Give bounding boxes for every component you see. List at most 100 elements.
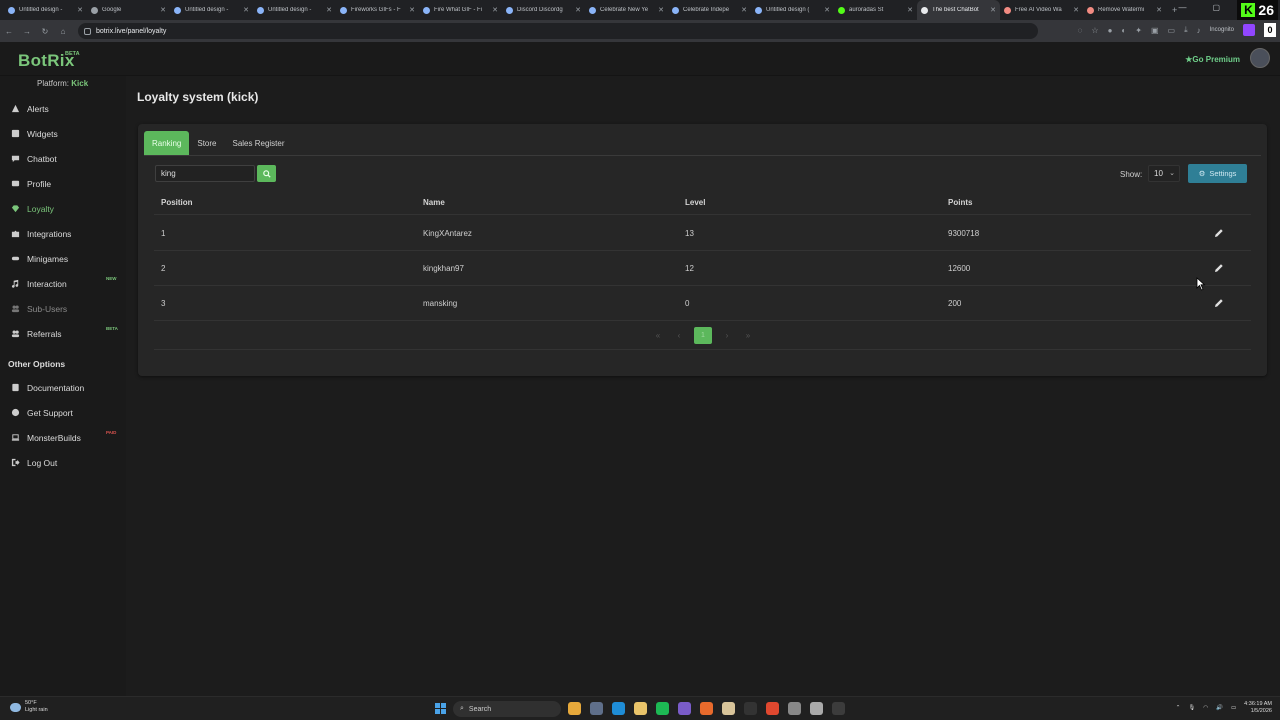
media-icon[interactable]: ♪ bbox=[1197, 26, 1201, 35]
app-icon-orange[interactable] bbox=[700, 702, 713, 715]
search-input[interactable]: king bbox=[155, 165, 255, 182]
browser-tab[interactable]: auroradas St ✕ bbox=[834, 0, 917, 20]
tab-close-icon[interactable]: ✕ bbox=[658, 6, 664, 14]
tab-close-icon[interactable]: ✕ bbox=[243, 6, 249, 14]
wifi-icon[interactable]: ◠ bbox=[1203, 705, 1208, 711]
minimize-icon[interactable]: — bbox=[1178, 3, 1186, 12]
browser-tab[interactable]: Free AI Video Wa ✕ bbox=[1000, 0, 1083, 20]
browser-tab[interactable]: The best ChatBot ✕ bbox=[917, 0, 1000, 20]
sidebar-item-alerts[interactable]: Alerts bbox=[0, 96, 126, 121]
reload-icon[interactable]: ↻ bbox=[36, 27, 54, 36]
first-page-button[interactable]: « bbox=[652, 331, 664, 340]
browser-tab[interactable]: Untitled design - ✕ bbox=[253, 0, 336, 20]
sidebar-item-referrals[interactable]: Referrals BETA bbox=[0, 321, 126, 346]
extension-icon[interactable]: ● bbox=[1108, 26, 1113, 35]
bookmark-star-icon[interactable]: ☆ bbox=[1091, 26, 1098, 35]
volume-icon[interactable]: 🔊 bbox=[1216, 705, 1223, 711]
spotify-icon[interactable] bbox=[656, 702, 669, 715]
extension-icon-2[interactable]: ◐ bbox=[1121, 26, 1126, 35]
sidebar-item-loyalty[interactable]: Loyalty bbox=[0, 196, 126, 221]
app-icon-beige[interactable] bbox=[722, 702, 735, 715]
page-size-select[interactable]: 10 ⌄ bbox=[1148, 165, 1180, 182]
url-bar[interactable]: botrix.live/panel/loyalty bbox=[78, 23, 1038, 39]
tab-close-icon[interactable]: ✕ bbox=[492, 6, 498, 14]
microphone-icon[interactable]: 🎙 bbox=[1188, 705, 1195, 711]
browser-tab[interactable]: Celebrate Indepe ✕ bbox=[668, 0, 751, 20]
browser-tab[interactable]: Fireworks GIFs - F ✕ bbox=[336, 0, 419, 20]
file-explorer-icon[interactable] bbox=[634, 702, 647, 715]
eye-off-icon[interactable]: ◌ bbox=[1078, 26, 1083, 35]
go-premium-link[interactable]: ★Go Premium bbox=[1185, 55, 1240, 64]
sidebar-item-integrations[interactable]: Integrations bbox=[0, 221, 126, 246]
tab-close-icon[interactable]: ✕ bbox=[824, 6, 830, 14]
sidebar-item-monsterbuilds[interactable]: MonsterBuilds PAID bbox=[0, 425, 126, 450]
sidebar-item-profile[interactable]: Profile bbox=[0, 171, 126, 196]
page-button-current[interactable]: 1 bbox=[694, 327, 712, 344]
extensions-puzzle-icon[interactable]: ▣ bbox=[1151, 26, 1159, 35]
tab-ranking[interactable]: Ranking bbox=[144, 131, 190, 155]
last-page-button[interactable]: » bbox=[742, 331, 754, 340]
terminal-icon[interactable] bbox=[744, 702, 757, 715]
brave-icon[interactable] bbox=[766, 702, 779, 715]
column-level[interactable]: Level bbox=[678, 198, 941, 207]
tab-close-icon[interactable]: ✕ bbox=[907, 6, 913, 14]
search-button[interactable] bbox=[257, 165, 276, 182]
maximize-icon[interactable]: ▢ bbox=[1212, 3, 1220, 12]
back-icon[interactable]: ← bbox=[0, 27, 18, 36]
settings-app-icon[interactable] bbox=[810, 702, 823, 715]
browser-tab[interactable]: Untitled design - ✕ bbox=[4, 0, 87, 20]
next-page-button[interactable]: › bbox=[721, 331, 733, 340]
clock[interactable]: 4:36:19 AM 1/5/2026 bbox=[1244, 701, 1272, 715]
browser-tab[interactable]: Discord Discordg ✕ bbox=[502, 0, 585, 20]
sidebar-item-sub-users[interactable]: Sub-Users bbox=[0, 296, 126, 321]
tab-close-icon[interactable]: ✕ bbox=[1156, 6, 1162, 14]
edit-pencil-icon[interactable] bbox=[1214, 263, 1224, 273]
incognito-label[interactable]: Incognito bbox=[1210, 27, 1234, 33]
sidebar-item-get-support[interactable]: Get Support bbox=[0, 400, 126, 425]
column-points[interactable]: Points bbox=[941, 198, 1191, 207]
weather-widget[interactable]: 50°F Light rain bbox=[10, 700, 48, 714]
split-view-icon[interactable]: ▭ bbox=[1168, 26, 1176, 35]
browser-tab[interactable]: Remove Watermi ✕ bbox=[1083, 0, 1166, 20]
browser-tab[interactable]: Google ✕ bbox=[87, 0, 170, 20]
new-tab-icon[interactable]: + bbox=[1172, 5, 1177, 15]
app-icon-purple[interactable] bbox=[678, 702, 691, 715]
chrome-icon[interactable] bbox=[568, 702, 581, 715]
tab-close-icon[interactable]: ✕ bbox=[77, 6, 83, 14]
forward-icon[interactable]: → bbox=[18, 27, 36, 36]
app-icon-dark[interactable] bbox=[832, 702, 845, 715]
battery-icon[interactable]: ▭ bbox=[1231, 705, 1236, 711]
sidebar-item-log-out[interactable]: Log Out bbox=[0, 450, 126, 475]
task-view-icon[interactable] bbox=[590, 702, 603, 715]
site-info-icon[interactable] bbox=[84, 27, 91, 35]
tab-store[interactable]: Store bbox=[189, 131, 224, 155]
taskbar-search[interactable]: ⌕ Search bbox=[453, 701, 561, 717]
tab-close-icon[interactable]: ✕ bbox=[575, 6, 581, 14]
settings-button[interactable]: ⚙ Settings bbox=[1188, 164, 1247, 183]
user-avatar[interactable] bbox=[1250, 48, 1270, 68]
tab-close-icon[interactable]: ✕ bbox=[990, 6, 996, 14]
home-icon[interactable]: ⌂ bbox=[54, 27, 72, 36]
sidebar-item-minigames[interactable]: Minigames bbox=[0, 246, 126, 271]
column-position[interactable]: Position bbox=[154, 198, 416, 207]
tab-close-icon[interactable]: ✕ bbox=[160, 6, 166, 14]
tab-close-icon[interactable]: ✕ bbox=[741, 6, 747, 14]
browser-tab[interactable]: Celebrate New Ye ✕ bbox=[585, 0, 668, 20]
chevron-up-icon[interactable]: ⌃ bbox=[1176, 705, 1181, 711]
app-icon-gray[interactable] bbox=[788, 702, 801, 715]
browser-tab[interactable]: Untitled design - ✕ bbox=[170, 0, 253, 20]
sidebar-item-documentation[interactable]: Documentation bbox=[0, 375, 126, 400]
download-icon[interactable]: ⤓ bbox=[1184, 25, 1188, 35]
browser-tab[interactable]: Fire What GIF - Fi ✕ bbox=[419, 0, 502, 20]
edit-pencil-icon[interactable] bbox=[1214, 228, 1224, 238]
tab-close-icon[interactable]: ✕ bbox=[409, 6, 415, 14]
tab-close-icon[interactable]: ✕ bbox=[326, 6, 332, 14]
browser-tab[interactable]: Untitled design (✕ bbox=[751, 0, 834, 20]
sidebar-item-interaction[interactable]: Interaction NEW bbox=[0, 271, 126, 296]
tab-close-icon[interactable]: ✕ bbox=[1073, 6, 1079, 14]
edge-icon[interactable] bbox=[612, 702, 625, 715]
windows-start-icon[interactable] bbox=[435, 703, 446, 714]
translate-icon[interactable]: ✦ bbox=[1135, 26, 1142, 35]
sidebar-item-chatbot[interactable]: Chatbot bbox=[0, 146, 126, 171]
edit-pencil-icon[interactable] bbox=[1214, 298, 1224, 308]
